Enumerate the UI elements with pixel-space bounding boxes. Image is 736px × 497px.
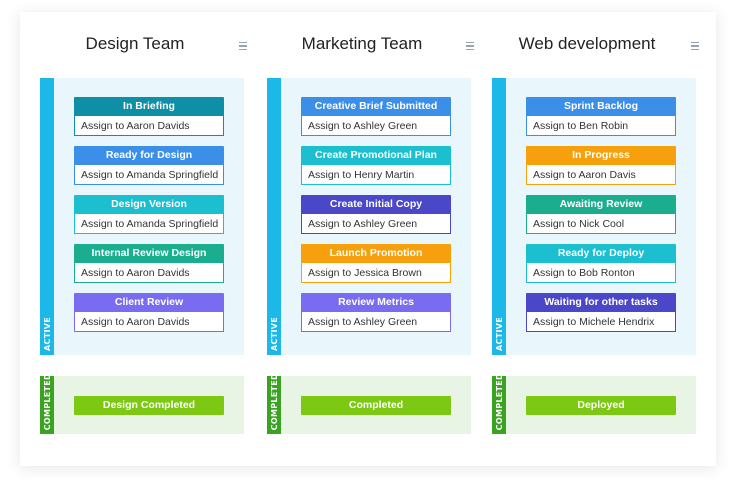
lane-label-active: ACTIVE: [42, 317, 52, 351]
task-card[interactable]: Create Initial Copy Assign to Ashley Gree…: [301, 195, 451, 234]
card-assignee: Assign to Henry Martin: [301, 165, 451, 185]
card-status: Ready for Design: [74, 146, 224, 165]
completed-card[interactable]: Design Completed: [74, 396, 224, 415]
column-header: Web development: [492, 34, 699, 58]
task-card[interactable]: Sprint Backlog Assign to Ben Robin: [526, 97, 676, 136]
lane-label-completed: COMPLETED: [494, 372, 504, 430]
task-card[interactable]: Client Review Assign to Aaron Davids: [74, 293, 224, 332]
hamburger-menu-icon[interactable]: [691, 42, 699, 50]
card-assignee: Assign to Aaron Davis: [526, 165, 676, 185]
lane-completed: COMPLETED Design Completed: [40, 372, 244, 434]
completed-card[interactable]: Deployed: [526, 396, 676, 415]
task-card[interactable]: Awaiting Review Assign to Nick Cool: [526, 195, 676, 234]
card-assignee: Assign to Jessica Brown: [301, 263, 451, 283]
card-status: Create Initial Copy: [301, 195, 451, 214]
card-assignee: Assign to Ashley Green: [301, 116, 451, 136]
task-card[interactable]: Launch Promotion Assign to Jessica Brown: [301, 244, 451, 283]
task-card[interactable]: Internal Review Design Assign to Aaron Da…: [74, 244, 224, 283]
task-card[interactable]: Review Metrics Assign to Ashley Green: [301, 293, 451, 332]
card-status: Creative Brief Submitted: [301, 97, 451, 116]
card-status: Awaiting Review: [526, 195, 676, 214]
card-assignee: Assign to Michele Hendrix: [526, 312, 676, 332]
hamburger-menu-icon[interactable]: [239, 42, 247, 50]
card-assignee: Assign to Ben Robin: [526, 116, 676, 136]
lane-label-completed: COMPLETED: [42, 372, 52, 430]
card-status: Review Metrics: [301, 293, 451, 312]
lane-label-active: ACTIVE: [269, 317, 279, 351]
card-assignee: Assign to Amanda Springfield: [74, 214, 224, 234]
card-status: Client Review: [74, 293, 224, 312]
task-card[interactable]: In Progress Assign to Aaron Davis: [526, 146, 676, 185]
card-status: Waiting for other tasks: [526, 293, 676, 312]
card-status: Sprint Backlog: [526, 97, 676, 116]
card-assignee: Assign to Amanda Springfield: [74, 165, 224, 185]
task-card[interactable]: Design Version Assign to Amanda Springfie…: [74, 195, 224, 234]
kanban-board: Design Team ACTIVE In Briefing Assign to …: [20, 12, 716, 466]
task-card[interactable]: Create Promotional Plan Assign to Henry M…: [301, 146, 451, 185]
card-status: Design Version: [74, 195, 224, 214]
card-status: Create Promotional Plan: [301, 146, 451, 165]
lane-completed: COMPLETED Completed: [267, 372, 471, 434]
card-status: Launch Promotion: [301, 244, 451, 263]
column-title: Marketing Team: [301, 34, 423, 53]
lane-label-completed: COMPLETED: [269, 372, 279, 430]
task-card[interactable]: In Briefing Assign to Aaron Davids: [74, 97, 224, 136]
card-status: Internal Review Design: [74, 244, 224, 263]
task-card[interactable]: Ready for Design Assign to Amanda Springf…: [74, 146, 224, 185]
card-list: Creative Brief Submitted Assign to Ashley…: [301, 97, 451, 342]
task-card[interactable]: Ready for Deploy Assign to Bob Ronton: [526, 244, 676, 283]
column-title: Design Team: [85, 34, 185, 53]
column-header: Design Team: [40, 34, 247, 58]
card-assignee: Assign to Ashley Green: [301, 312, 451, 332]
card-assignee: Assign to Bob Ronton: [526, 263, 676, 283]
lane-completed: COMPLETED Deployed: [492, 372, 696, 434]
card-status: In Briefing: [74, 97, 224, 116]
hamburger-menu-icon[interactable]: [466, 42, 474, 50]
completed-card[interactable]: Completed: [301, 396, 451, 415]
task-card[interactable]: Creative Brief Submitted Assign to Ashley…: [301, 97, 451, 136]
lane-active: ACTIVE Creative Brief Submitted Assign to…: [267, 78, 471, 355]
card-assignee: Assign to Aaron Davids: [74, 116, 224, 136]
task-card[interactable]: Waiting for other tasks Assign to Michele…: [526, 293, 676, 332]
column-header: Marketing Team: [267, 34, 474, 58]
card-assignee: Assign to Ashley Green: [301, 214, 451, 234]
card-status: Ready for Deploy: [526, 244, 676, 263]
column-title: Web development: [518, 34, 656, 53]
card-assignee: Assign to Nick Cool: [526, 214, 676, 234]
lane-label-active: ACTIVE: [494, 317, 504, 351]
lane-active: ACTIVE Sprint Backlog Assign to Ben Robin…: [492, 78, 696, 355]
lane-active: ACTIVE In Briefing Assign to Aaron Davids…: [40, 78, 244, 355]
card-list: In Briefing Assign to Aaron Davids Ready f…: [74, 97, 224, 342]
card-status: In Progress: [526, 146, 676, 165]
card-assignee: Assign to Aaron Davids: [74, 312, 224, 332]
card-assignee: Assign to Aaron Davids: [74, 263, 224, 283]
card-list: Sprint Backlog Assign to Ben Robin In Prog…: [526, 97, 676, 342]
